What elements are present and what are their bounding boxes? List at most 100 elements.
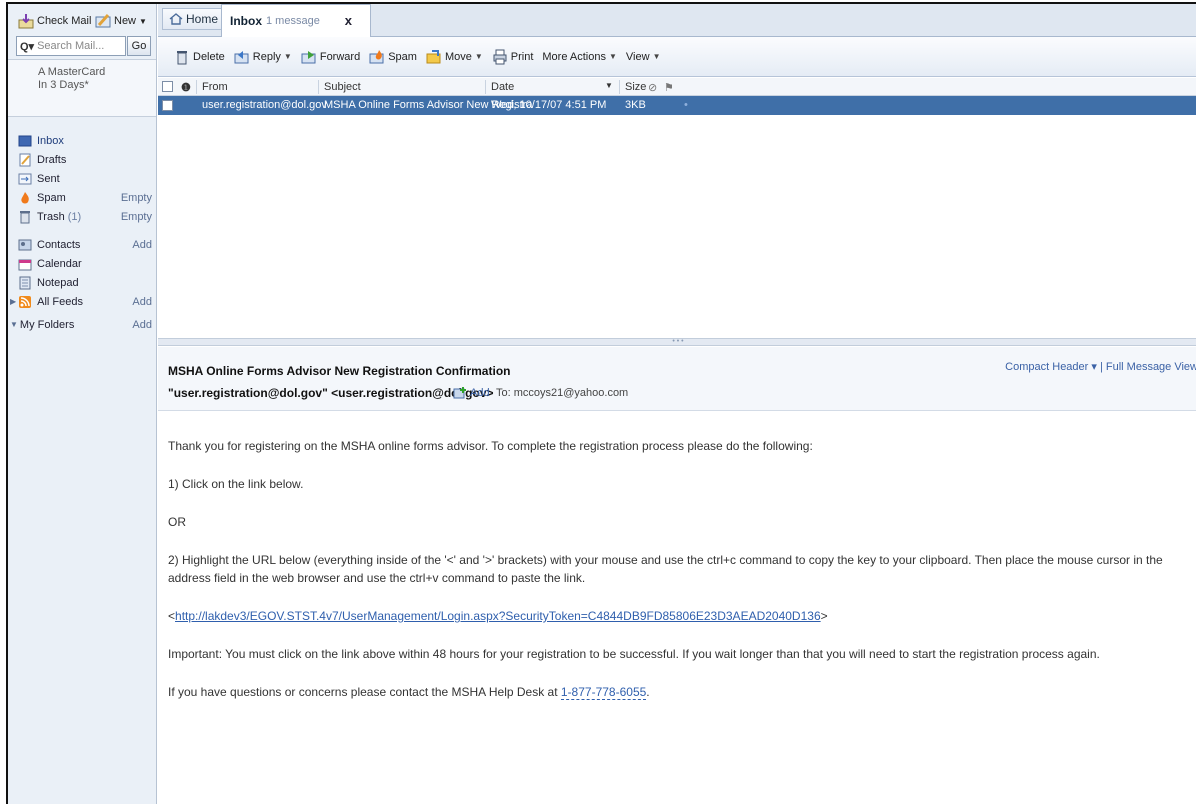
message-from: "user.registration@dol.gov" <user.regist… — [168, 386, 494, 400]
column-date[interactable]: Date — [491, 81, 514, 93]
column-from[interactable]: From — [202, 81, 228, 93]
full-message-view-link[interactable]: | Full Message View — [1100, 361, 1196, 373]
column-size[interactable]: Size — [625, 81, 646, 93]
print-icon — [493, 49, 507, 64]
list-header: ❶ From Subject Date ▼ Size ⊘ ⚑ — [158, 78, 1196, 96]
compact-header-link[interactable]: Compact Header ▾ — [1005, 361, 1097, 373]
message-toolbar: Delete Reply ▼ Forward Spam Move ▼ Print… — [158, 37, 1196, 77]
sidebar-ad[interactable]: A MasterCard In 3 Days* — [8, 60, 156, 117]
sort-desc-icon[interactable]: ▼ — [605, 81, 613, 90]
expand-arrow-icon[interactable]: ▶ — [10, 297, 16, 306]
column-subject[interactable]: Subject — [324, 81, 361, 93]
sidebar: Check Mail New ▼ Q▾ Search Mail... Go A … — [8, 4, 157, 804]
add-folder-link[interactable]: Add — [132, 319, 152, 331]
add-feed-link[interactable]: Add — [132, 296, 152, 308]
print-button[interactable]: Print — [492, 49, 534, 65]
search-input[interactable]: Q▾ Search Mail... — [16, 36, 126, 56]
spam-icon — [21, 191, 29, 203]
column-divider[interactable] — [619, 80, 620, 94]
go-button[interactable]: Go — [127, 36, 151, 56]
sidebar-item-label: Contacts — [37, 238, 81, 251]
reply-icon — [234, 50, 249, 63]
column-divider[interactable] — [196, 80, 197, 94]
sidebar-item-my-folders[interactable]: ▼ My Folders Add — [8, 315, 156, 334]
chevron-down-icon: ▼ — [608, 52, 617, 61]
nav-separator — [8, 226, 156, 235]
link-bracket-close: > — [820, 609, 828, 623]
mail-window: Check Mail New ▼ Q▾ Search Mail... Go A … — [6, 2, 1196, 804]
reply-button[interactable]: Reply ▼ — [234, 49, 292, 65]
tab-inbox[interactable]: Inbox 1 message x — [221, 4, 371, 37]
chevron-down-icon[interactable]: ▼ — [475, 52, 483, 61]
sidebar-item-label: Drafts — [37, 153, 67, 166]
notepad-icon — [19, 276, 31, 289]
drafts-icon — [19, 153, 31, 166]
row-size: 3KB — [625, 99, 646, 111]
spam-button[interactable]: Spam — [369, 49, 417, 65]
column-divider[interactable] — [318, 80, 319, 94]
header-view-links: Compact Header ▾ | Full Message View — [1005, 360, 1196, 373]
sidebar-item-sent[interactable]: Sent — [8, 169, 156, 188]
sidebar-item-notepad[interactable]: Notepad — [8, 273, 156, 292]
row-flag-dot[interactable]: • — [684, 99, 688, 111]
chevron-down-icon[interactable]: ▼ — [284, 52, 292, 61]
flag-column-icon[interactable]: ⚑ — [664, 81, 674, 94]
attachment-column-icon[interactable]: ⊘ — [648, 81, 657, 94]
check-mail-button[interactable]: Check Mail — [18, 10, 91, 32]
sidebar-item-trash[interactable]: Trash (1) Empty — [8, 207, 156, 226]
sidebar-item-label: Notepad — [37, 276, 79, 289]
help-desk-phone[interactable]: 1-877-778-6055 — [560, 685, 647, 700]
row-checkbox[interactable] — [162, 100, 173, 111]
sidebar-item-calendar[interactable]: Calendar — [8, 254, 156, 273]
ad-line-1: A MasterCard — [38, 66, 106, 78]
add-contact-link[interactable]: Add — [132, 239, 152, 251]
select-all-checkbox[interactable] — [162, 81, 173, 92]
tab-home[interactable]: Home — [162, 8, 226, 30]
sent-icon — [18, 173, 32, 184]
sidebar-item-contacts[interactable]: Contacts Add — [8, 235, 156, 254]
empty-trash-link[interactable]: Empty — [121, 211, 152, 223]
pane-splitter[interactable]: • • • — [158, 338, 1196, 346]
tab-bar: Home Inbox 1 message x — [158, 4, 1196, 37]
reply-label: Reply — [252, 50, 281, 63]
tab-inbox-title: Inbox — [230, 14, 262, 28]
sidebar-item-label: Spam — [37, 191, 66, 204]
body-contact-paragraph: If you have questions or concerns please… — [168, 683, 1196, 701]
sidebar-item-all-feeds[interactable]: ▶ All Feeds Add — [8, 292, 156, 311]
inbox-icon — [18, 135, 32, 146]
new-button[interactable]: New ▼ — [95, 10, 147, 32]
table-row[interactable]: user.registration@dol.gov MSHA Online Fo… — [158, 96, 1196, 115]
tab-inbox-count: 1 message — [266, 15, 320, 27]
priority-column-icon[interactable]: ❶ — [181, 81, 191, 94]
message-body: Thank you for registering on the MSHA on… — [158, 411, 1196, 701]
view-button[interactable]: View ▼ — [626, 51, 661, 63]
row-date: Wed, 10/17/07 4:51 PM — [491, 99, 607, 111]
registration-link[interactable]: http://lakdev3/EGOV.STST.4v7/UserManagem… — [175, 609, 821, 623]
more-actions-label: More Actions — [542, 50, 606, 63]
delete-button[interactable]: Delete — [174, 49, 225, 65]
sidebar-item-inbox[interactable]: Inbox — [8, 131, 156, 150]
forward-button[interactable]: Forward — [301, 49, 360, 65]
home-icon — [169, 13, 183, 25]
sidebar-item-spam[interactable]: Spam Empty — [8, 188, 156, 207]
calendar-icon — [18, 259, 32, 270]
column-divider[interactable] — [485, 80, 486, 94]
collapse-arrow-icon[interactable]: ▼ — [10, 320, 18, 329]
body-paragraph: 2) Highlight the URL below (everything i… — [168, 553, 1163, 585]
move-button[interactable]: Move ▼ — [426, 49, 483, 65]
ad-line-2: In 3 Days* — [38, 79, 89, 91]
spam-icon — [369, 49, 384, 63]
close-icon[interactable]: x — [345, 13, 352, 28]
body-paragraph: Thank you for registering on the MSHA on… — [168, 439, 813, 453]
message-to: To: mccoys21@yahoo.com — [496, 387, 629, 399]
empty-spam-link[interactable]: Empty — [121, 192, 152, 204]
new-label: New — [114, 15, 137, 27]
message-subject: MSHA Online Forms Advisor New Registrati… — [168, 364, 511, 378]
folder-move-icon — [426, 49, 441, 63]
sidebar-item-drafts[interactable]: Drafts — [8, 150, 156, 169]
add-contact-button[interactable]: Add — [453, 386, 490, 400]
print-label: Print — [510, 50, 534, 63]
body-paragraph: Important: You must click on the link ab… — [168, 647, 1100, 661]
more-actions-button[interactable]: More Actions ▼ — [542, 51, 617, 63]
delete-label: Delete — [193, 50, 225, 63]
